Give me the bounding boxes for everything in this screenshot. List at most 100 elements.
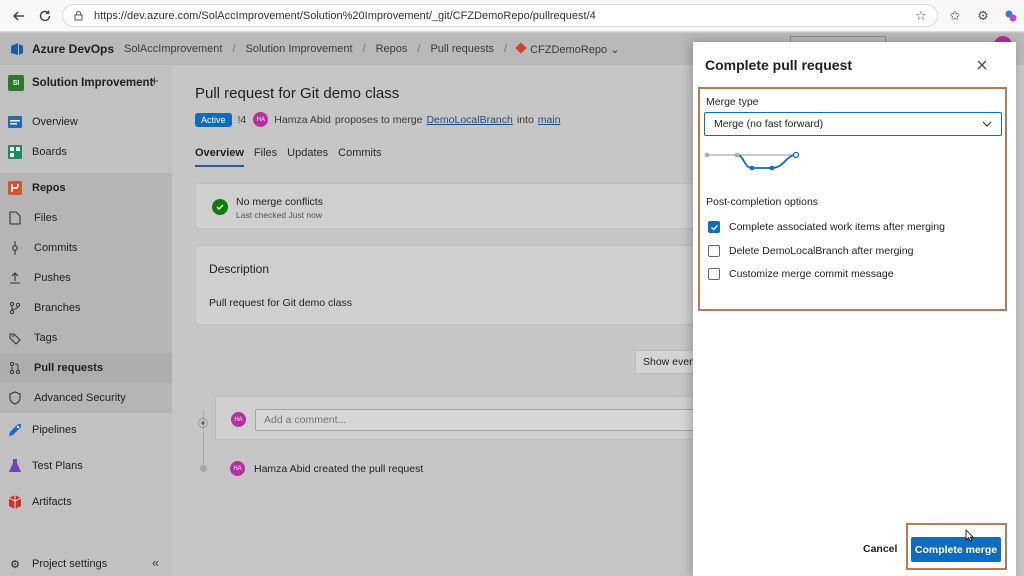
merge-diagram-icon [704,151,800,171]
checkbox[interactable] [708,268,720,280]
add-icon[interactable]: + [150,73,159,90]
sidebar-item-advanced-security[interactable]: Advanced Security [0,383,172,413]
sidebar-item-tags[interactable]: Tags [0,323,172,353]
source-branch-link[interactable]: DemoLocalBranch [426,114,512,126]
test-plans-icon [6,457,24,475]
sidebar-item-test-plans[interactable]: Test Plans [0,451,172,481]
merge-status-title: No merge conflicts [236,196,323,208]
merge-type-select[interactable]: Merge (no fast forward) [704,112,1002,136]
collapse-sidebar-icon[interactable]: « [152,555,159,570]
tab-files[interactable]: Files [254,147,277,167]
page-title: Pull request for Git demo class [195,85,400,102]
status-badge: Active [195,112,232,127]
description-heading: Description [209,262,270,276]
target-branch-link[interactable]: main [538,114,561,126]
sidebar-item-project-settings[interactable]: ⚙ Project settings « [0,552,172,576]
post-completion-label: Post-completion options [706,196,819,208]
option-customize-message[interactable]: Customize merge commit message [708,268,894,280]
checkbox-checked[interactable] [708,221,720,233]
favorites-icon[interactable]: ✩ [946,7,964,25]
sidebar-item-pull-requests[interactable]: Pull requests [0,353,172,383]
tag-icon [8,331,22,345]
project-name: Solution Improvement [32,77,154,89]
sidebar-item-pipelines[interactable]: Pipelines [0,415,172,445]
shield-icon [8,391,22,405]
file-icon [8,211,22,225]
avatar[interactable]: HA [253,112,269,127]
brand-name[interactable]: Azure DevOps [32,42,114,56]
refresh-button[interactable] [34,5,56,27]
azure-devops-logo-icon[interactable] [8,40,26,58]
author-name[interactable]: Hamza Abid [274,114,331,126]
breadcrumb-repos[interactable]: Repos [376,43,408,55]
gear-icon: ⚙ [10,558,20,571]
chevron-down-icon [981,118,993,130]
tab-overview[interactable]: Overview [195,147,244,167]
breadcrumb-separator: / [417,43,421,55]
option-delete-branch[interactable]: Delete DemoLocalBranch after merging [708,245,913,257]
browser-toolbar: https://dev.azure.com/SolAccImprovement/… [0,0,1024,32]
dialog-title: Complete pull request [705,57,853,73]
sidebar-item-artifacts[interactable]: Artifacts [0,487,172,517]
sidebar-item-boards[interactable]: Boards [0,137,172,167]
cancel-button[interactable]: Cancel [860,538,900,560]
tab-commits[interactable]: Commits [338,147,381,167]
complete-pull-request-dialog: Complete pull request Merge type Merge (… [693,42,1016,576]
repos-icon [6,179,24,197]
project-badge: SI [8,75,24,91]
address-bar[interactable]: https://dev.azure.com/SolAccImprovement/… [62,4,938,27]
close-icon[interactable] [974,57,990,73]
sidebar-item-overview[interactable]: Overview [0,107,172,137]
back-button[interactable] [8,5,30,27]
breadcrumb-separator: / [362,43,366,55]
pull-request-icon [8,361,22,375]
comment-box: HA [215,396,696,440]
sidebar-item-commits[interactable]: Commits [0,233,172,263]
breadcrumb-pull-requests[interactable]: Pull requests [430,43,494,55]
pr-meta: Active !4 HA Hamza Abid proposes to merg… [195,112,561,127]
copilot-icon[interactable] [1002,7,1020,25]
description-card: Description Pull request for Git demo cl… [195,245,695,325]
mouse-cursor-icon [965,529,974,542]
lock-icon [74,11,83,21]
comment-input[interactable] [255,409,696,431]
breadcrumb-project[interactable]: Solution Improvement [246,43,353,55]
extensions-icon[interactable]: ⚙ [974,7,992,25]
option-complete-work-items[interactable]: Complete associated work items after mer… [708,221,945,233]
url-text: https://dev.azure.com/SolAccImprovement/… [94,9,596,22]
sidebar-item-repos[interactable]: Repos [0,173,172,203]
activity-text: Hamza Abid created the pull request [254,463,424,475]
project-header[interactable]: SI Solution Improvement [0,65,172,101]
tab-updates[interactable]: Updates [287,147,328,167]
timeline-dot [200,465,207,472]
back-arrow-icon [12,11,24,21]
pr-tabs: Overview Files Updates Commits [195,147,392,167]
avatar: HA [231,412,246,427]
commit-icon [8,241,22,255]
show-everything-button[interactable]: Show every [635,350,695,374]
overview-icon [6,113,24,131]
breadcrumb-organization[interactable]: SolAccImprovement [124,43,222,55]
sidebar-item-branches[interactable]: Branches [0,293,172,323]
checkbox[interactable] [708,245,720,257]
breadcrumb-separator: / [504,43,508,55]
merge-type-label: Merge type [706,96,759,108]
boards-icon [6,143,24,161]
breadcrumb-separator: / [232,43,236,55]
favorite-star-icon[interactable]: ☆ [912,7,930,25]
merge-status-subtitle: Last checked Just now [236,210,322,220]
sidebar-item-pushes[interactable]: Pushes [0,263,172,293]
sidebar-item-files[interactable]: Files [0,203,172,233]
chevron-down-icon: ⌄ [610,43,620,56]
complete-merge-button[interactable]: Complete merge [911,537,1001,562]
pipelines-icon [6,421,24,439]
check-circle-icon [212,199,228,215]
artifacts-icon [6,493,24,511]
branch-icon [8,301,22,315]
comment-icon: ⦿ [198,419,208,430]
git-repo-icon [515,41,527,54]
merge-status-card: No merge conflicts Last checked Just now [195,183,695,229]
sidebar: SI Solution Improvement + Overview Board… [0,65,172,576]
breadcrumb-repo[interactable]: CFZDemoRepo ⌄ [515,41,620,56]
avatar[interactable]: HA [230,461,245,476]
